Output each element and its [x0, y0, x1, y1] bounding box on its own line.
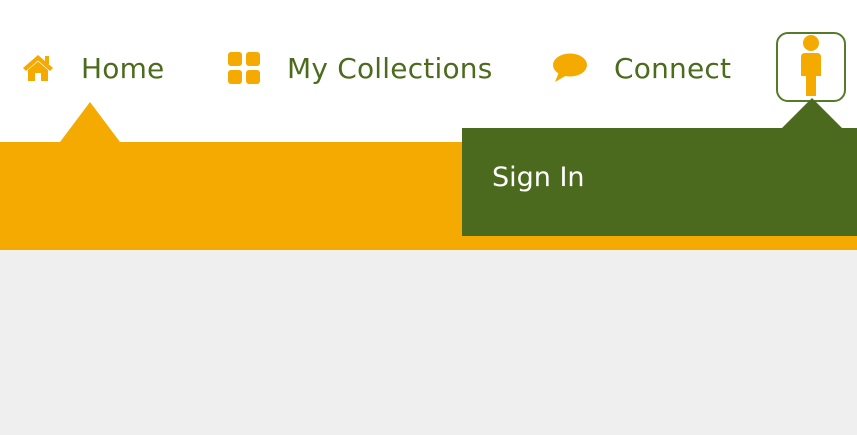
- nav-home-label: Home: [81, 51, 165, 85]
- chat-bubble-icon: [552, 52, 588, 84]
- user-menu-pointer: [782, 98, 842, 128]
- person-icon: [797, 32, 825, 100]
- nav-item-connect[interactable]: Connect: [552, 40, 731, 96]
- user-dropdown-menu: Sign In: [462, 128, 857, 236]
- grid-icon: [227, 51, 261, 85]
- home-icon: [22, 52, 54, 84]
- user-account-button[interactable]: [776, 32, 846, 102]
- nav-item-my-collections[interactable]: My Collections: [227, 40, 493, 96]
- top-navigation-bar: Home My Collections Connect: [0, 0, 857, 142]
- nav-item-home[interactable]: Home: [22, 40, 165, 96]
- page-content-area: [0, 250, 857, 435]
- nav-connect-label: Connect: [614, 51, 732, 85]
- sign-in-link[interactable]: Sign In: [492, 162, 585, 193]
- active-nav-indicator: [60, 102, 120, 142]
- nav-collections-label: My Collections: [287, 51, 493, 85]
